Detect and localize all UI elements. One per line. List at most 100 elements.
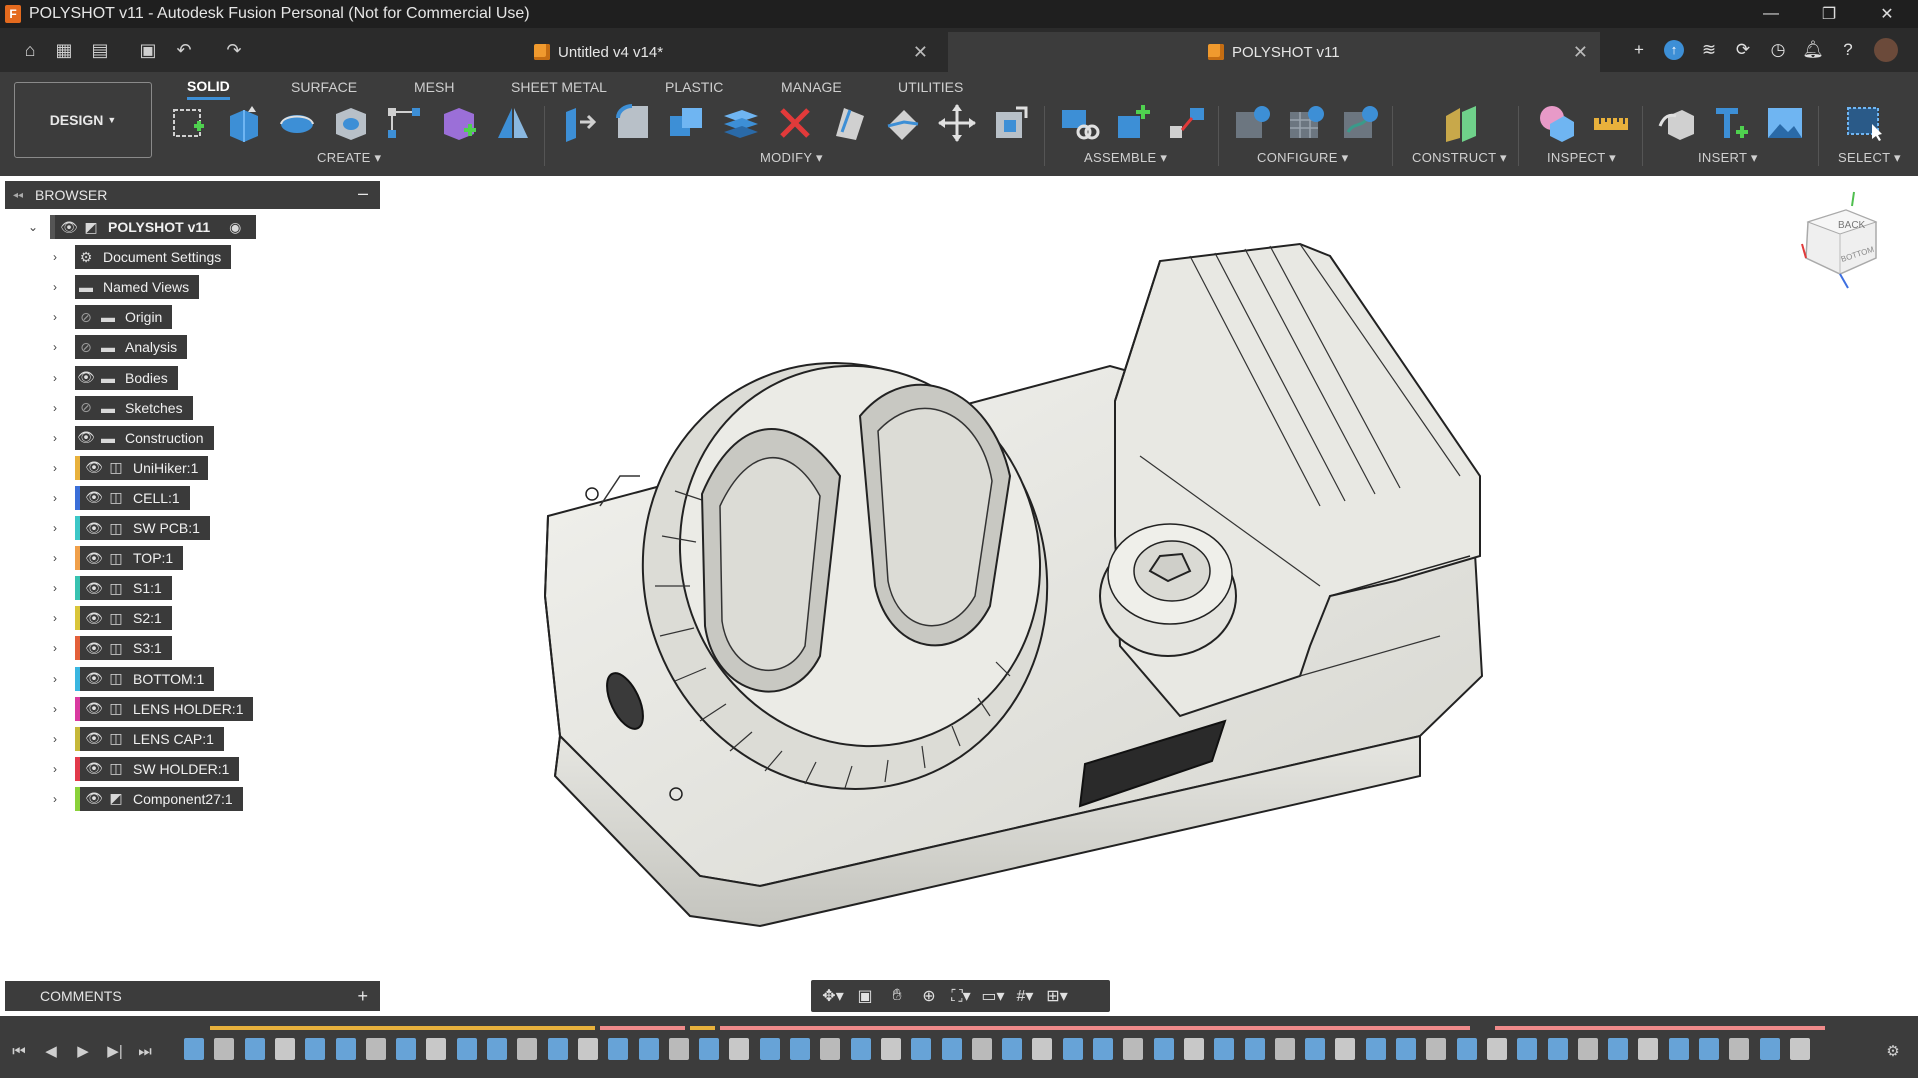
- hole-icon[interactable]: [330, 102, 372, 144]
- group-select[interactable]: SELECT ▾: [1838, 150, 1901, 166]
- timeline-feature[interactable]: [1153, 1038, 1174, 1060]
- visibility-icon[interactable]: 👁︎: [75, 426, 97, 450]
- timeline-feature[interactable]: [1638, 1038, 1659, 1060]
- extrude-icon[interactable]: [222, 102, 264, 144]
- timeline-feature[interactable]: [759, 1038, 780, 1060]
- clock-icon[interactable]: ◷: [1766, 38, 1790, 62]
- split-face-icon[interactable]: [828, 102, 870, 144]
- timeline-feature[interactable]: [1547, 1038, 1568, 1060]
- timeline-feature[interactable]: [1335, 1038, 1356, 1060]
- fillet-icon[interactable]: [612, 102, 654, 144]
- chevron-right-icon[interactable]: ›: [47, 761, 63, 777]
- timeline-feature[interactable]: [1274, 1038, 1295, 1060]
- chevron-right-icon[interactable]: ›: [47, 640, 63, 656]
- timeline-feature[interactable]: [941, 1038, 962, 1060]
- timeline-feature[interactable]: [729, 1038, 750, 1060]
- timeline-feature[interactable]: [1002, 1038, 1023, 1060]
- configure-table-icon[interactable]: [1232, 102, 1274, 144]
- chevron-right-icon[interactable]: ›: [47, 460, 63, 476]
- display-icon[interactable]: ▭▾: [977, 982, 1009, 1010]
- browser-header[interactable]: ◂◂ BROWSER –: [5, 181, 380, 209]
- timeline-feature[interactable]: [1789, 1038, 1810, 1060]
- measure-icon[interactable]: [1590, 102, 1632, 144]
- chevron-down-icon[interactable]: ⌄: [25, 219, 41, 235]
- joint-icon[interactable]: [1112, 102, 1154, 144]
- timeline-feature[interactable]: [1517, 1038, 1538, 1060]
- hidden-eye-icon[interactable]: ⊘: [75, 335, 97, 359]
- timeline-feature[interactable]: [1577, 1038, 1598, 1060]
- timeline-feature[interactable]: [1305, 1038, 1326, 1060]
- insert-derive-icon[interactable]: [1656, 102, 1698, 144]
- new-tab-icon[interactable]: +: [1627, 38, 1651, 62]
- add-comment-icon[interactable]: +: [357, 986, 368, 1007]
- minimize-panel-icon[interactable]: –: [358, 183, 368, 204]
- visibility-icon[interactable]: 👁︎: [83, 516, 105, 540]
- visibility-icon[interactable]: 👁︎: [83, 546, 105, 570]
- timeline-feature[interactable]: [305, 1038, 326, 1060]
- timeline-feature[interactable]: [487, 1038, 507, 1060]
- shell-icon[interactable]: [720, 102, 762, 144]
- scale-icon[interactable]: [990, 102, 1032, 144]
- browser-node[interactable]: ⚙ Document Settings: [75, 245, 232, 270]
- timeline-feature[interactable]: [396, 1038, 417, 1060]
- visibility-icon[interactable]: 👁︎: [83, 667, 105, 691]
- group-construct[interactable]: CONSTRUCT ▾: [1412, 150, 1507, 166]
- chevron-right-icon[interactable]: ›: [47, 309, 63, 325]
- home-icon[interactable]: ⌂: [18, 38, 42, 62]
- timeline-feature[interactable]: [1759, 1038, 1780, 1060]
- timeline-feature[interactable]: [365, 1038, 386, 1060]
- chevron-right-icon[interactable]: ›: [47, 731, 63, 747]
- step-forward-icon[interactable]: ▶|: [104, 1040, 126, 1062]
- visibility-icon[interactable]: 👁︎: [83, 636, 105, 660]
- chevron-right-icon[interactable]: ›: [47, 249, 63, 265]
- timeline-feature[interactable]: [1426, 1038, 1447, 1060]
- tab-surface[interactable]: SURFACE: [291, 74, 357, 100]
- browser-node[interactable]: 👁︎ ▬ Construction: [75, 425, 214, 450]
- pan-icon[interactable]: ✋︎: [881, 982, 913, 1010]
- configure-rule-icon[interactable]: [1286, 102, 1328, 144]
- group-inspect[interactable]: INSPECT ▾: [1547, 150, 1616, 166]
- chevron-right-icon[interactable]: ›: [47, 400, 63, 416]
- browser-node[interactable]: 👁︎ ◫ LENS CAP:1: [75, 726, 224, 751]
- browser-node[interactable]: 👁︎ ◫ UniHiker:1: [75, 455, 209, 480]
- interference-icon[interactable]: [1536, 102, 1578, 144]
- group-configure[interactable]: CONFIGURE ▾: [1257, 150, 1348, 166]
- group-assemble[interactable]: ASSEMBLE ▾: [1084, 150, 1167, 166]
- timeline-feature[interactable]: [1486, 1038, 1507, 1060]
- visibility-icon[interactable]: 👁︎: [83, 757, 105, 781]
- hidden-eye-icon[interactable]: ⊘: [75, 305, 97, 329]
- viewcube[interactable]: BACK BOTTOM: [1790, 188, 1890, 298]
- extensions-icon[interactable]: ↑: [1662, 38, 1686, 62]
- timeline-feature[interactable]: [638, 1038, 659, 1060]
- chevron-right-icon[interactable]: ›: [47, 701, 63, 717]
- browser-node[interactable]: ⊘ ▬ Analysis: [75, 335, 188, 360]
- timeline-feature[interactable]: [456, 1038, 477, 1060]
- chevron-right-icon[interactable]: ›: [47, 339, 63, 355]
- browser-node[interactable]: 👁︎ ◫ CELL:1: [75, 485, 190, 510]
- close-tab-icon[interactable]: ✕: [913, 42, 928, 63]
- timeline-feature[interactable]: [668, 1038, 689, 1060]
- visibility-icon[interactable]: 👁︎: [83, 576, 105, 600]
- browser-node[interactable]: ⊘ ▬ Origin: [75, 305, 173, 330]
- timeline-feature[interactable]: [274, 1038, 295, 1060]
- split-body-icon[interactable]: [882, 102, 924, 144]
- delete-icon[interactable]: [774, 102, 816, 144]
- timeline-feature[interactable]: [1668, 1038, 1689, 1060]
- visibility-icon[interactable]: 👁︎: [83, 486, 105, 510]
- browser-node[interactable]: 👁︎ ◩ POLYSHOT v11 ◉: [50, 215, 257, 239]
- combine-icon[interactable]: [666, 102, 708, 144]
- timeline-feature[interactable]: [547, 1038, 568, 1060]
- browser-node[interactable]: 👁︎ ◫ SW HOLDER:1: [75, 756, 240, 781]
- close-tab-icon[interactable]: ✕: [1573, 42, 1588, 63]
- chevron-right-icon[interactable]: ›: [47, 370, 63, 386]
- browser-node[interactable]: 👁︎ ◫ S2:1: [75, 606, 172, 631]
- revolve-icon[interactable]: [276, 102, 318, 144]
- timeline-feature[interactable]: [1093, 1038, 1113, 1060]
- timeline-feature[interactable]: [790, 1038, 810, 1060]
- avatar[interactable]: [1874, 38, 1898, 62]
- visibility-icon[interactable]: 👁︎: [83, 697, 105, 721]
- create-form-icon[interactable]: [438, 102, 480, 144]
- step-back-icon[interactable]: ◀: [40, 1040, 62, 1062]
- visibility-icon[interactable]: 👁︎: [83, 606, 105, 630]
- timeline-settings-icon[interactable]: ⚙: [1882, 1040, 1904, 1062]
